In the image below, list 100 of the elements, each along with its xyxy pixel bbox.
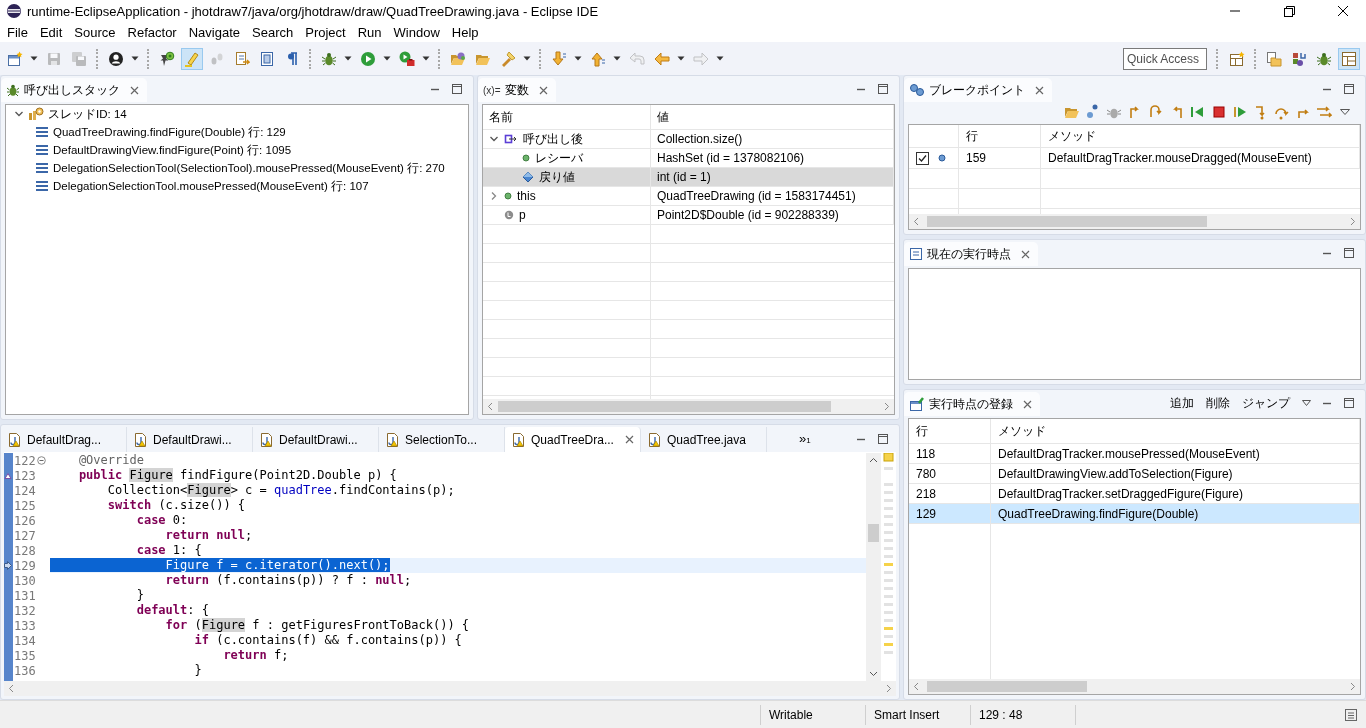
action-link[interactable]: 追加 — [1170, 394, 1194, 412]
perspective-button[interactable] — [1338, 47, 1360, 70]
scroll-thumb[interactable] — [927, 216, 1207, 227]
caret-icon[interactable] — [613, 56, 621, 61]
menu-item[interactable]: Refactor — [121, 24, 183, 40]
column-header[interactable]: 行 — [909, 419, 991, 443]
menu-item[interactable]: Help — [445, 24, 485, 40]
search-field[interactable]: Quick Access — [1123, 47, 1207, 70]
stack-frame-icon — [36, 126, 48, 138]
stack-frame[interactable]: DelegationSelectionTool.mousePressed(MouseEvent) 行: 107 — [53, 178, 369, 194]
caret-icon[interactable] — [523, 56, 531, 61]
selected-row[interactable]: 129 QuadTreeDrawing.findFigure(Double) — [909, 504, 1360, 524]
scroll-thumb[interactable] — [868, 524, 879, 542]
column-header[interactable]: 名前 — [483, 105, 651, 129]
bug-icon — [321, 50, 337, 67]
menu-item[interactable]: Run — [351, 24, 388, 40]
caret-icon[interactable] — [574, 56, 582, 61]
view-tab[interactable]: (x)= 変数 — [478, 78, 556, 102]
variable-name[interactable]: 呼び出し後 — [523, 130, 583, 148]
menu-item[interactable]: Window — [387, 24, 446, 40]
caret-icon[interactable] — [344, 56, 352, 61]
arrows-right-icon[interactable] — [1316, 104, 1332, 120]
maximize-icon[interactable] — [451, 83, 463, 95]
stack-frame[interactable]: DefaultDrawingView.findFigure(Point) 行: 1095 — [53, 142, 292, 158]
horizontal-scrollbar[interactable] — [483, 399, 894, 414]
menu-item[interactable]: Navigate — [182, 24, 246, 40]
variable-value: HashSet (id = 1378082106) — [651, 149, 894, 167]
vertical-scrollbar[interactable] — [866, 453, 881, 681]
scroll-thumb[interactable] — [927, 681, 1087, 692]
variable-name[interactable]: レシーバ — [535, 149, 583, 167]
scroll-thumb[interactable] — [498, 401, 831, 412]
caret-icon[interactable] — [422, 56, 430, 61]
chevron-down-icon[interactable] — [489, 134, 499, 144]
close-icon[interactable] — [538, 85, 548, 95]
horizontal-scrollbar[interactable] — [909, 679, 1360, 694]
line-number: 118 — [909, 444, 991, 463]
chevron-down-icon[interactable] — [14, 109, 24, 119]
caret-icon[interactable] — [30, 56, 38, 61]
close-icon[interactable] — [130, 85, 139, 95]
close-icon[interactable] — [1023, 399, 1032, 409]
caret-icon[interactable] — [716, 56, 724, 61]
code-line: } — [135, 588, 145, 603]
column-header[interactable]: 値 — [651, 105, 894, 129]
action-link[interactable]: 削除 — [1206, 394, 1230, 412]
resume-icon[interactable] — [1232, 104, 1248, 120]
step-back-icon[interactable] — [1190, 104, 1206, 120]
stack-frame[interactable]: DelegationSelectionTool(SelectionTool).mousePressed(MouseEvent) 行: 270 — [53, 160, 445, 176]
menu-item[interactable]: Edit — [33, 24, 69, 40]
menu-item[interactable]: File — [1, 24, 34, 40]
variable-name[interactable]: 戻り値 — [539, 168, 575, 186]
horizontal-scrollbar[interactable] — [4, 681, 896, 696]
maximize-icon[interactable] — [1343, 247, 1355, 259]
editor-tab[interactable]: QuadTreeDra... — [505, 427, 641, 452]
column-header[interactable]: メソッド — [991, 419, 1360, 443]
view-tab[interactable]: 呼び出しスタック — [1, 78, 147, 102]
stop-icon[interactable] — [1211, 104, 1227, 120]
column-header[interactable]: メソッド — [1041, 125, 1360, 147]
document-icon — [260, 431, 274, 448]
collapse-icon[interactable] — [36, 456, 46, 465]
close-icon[interactable] — [1021, 249, 1030, 259]
thread-icon — [28, 107, 44, 121]
code-line: case 0: — [135, 513, 189, 528]
column-header[interactable]: 行 — [959, 125, 1041, 147]
method-name[interactable]: DefaultDrawingView.addToSelection(Figure) — [991, 464, 1360, 483]
close-icon[interactable] — [624, 435, 634, 444]
close-icon[interactable] — [1035, 85, 1044, 95]
view-tab[interactable]: 現在の実行時点 — [904, 242, 1038, 266]
menu-item[interactable]: Project — [299, 24, 352, 40]
method-name[interactable]: DefaultDragTracker.setDraggedFigure(Figure) — [991, 484, 1360, 503]
caret-icon[interactable] — [131, 56, 139, 61]
view-tab[interactable]: 実行時点の登録 — [904, 392, 1040, 416]
maximize-icon[interactable] — [877, 83, 889, 95]
play-toolbox-icon — [399, 50, 415, 67]
caret-icon[interactable] — [677, 56, 685, 61]
arrow-right-icon — [693, 50, 709, 67]
menu-item[interactable]: Source — [68, 24, 122, 40]
maximize-icon[interactable] — [1343, 397, 1355, 409]
maximize-icon[interactable] — [1343, 83, 1355, 95]
method-name[interactable]: QuadTreeDrawing.findFigure(Double) — [991, 504, 1360, 523]
loop-arrow-icon[interactable] — [1148, 104, 1164, 120]
eclipse-logo-icon — [6, 3, 22, 19]
thread-label[interactable]: スレッドID: 14 — [48, 106, 127, 122]
maximize-icon[interactable] — [877, 432, 889, 445]
variable-name[interactable]: p — [519, 208, 526, 222]
breakpoints-icon — [909, 83, 925, 97]
menu-item[interactable]: Search — [246, 24, 300, 40]
code-line: public Figure findFigure(Point2D.Double p) { — [77, 468, 398, 483]
line-number: 127 — [13, 528, 36, 543]
view-menu-icon[interactable] — [1302, 400, 1311, 406]
horizontal-scrollbar[interactable] — [909, 214, 1360, 229]
document-folder-icon — [1266, 50, 1282, 67]
checkbox[interactable] — [916, 151, 929, 165]
caret-icon[interactable] — [383, 56, 391, 61]
chevron-right-icon[interactable] — [489, 191, 499, 201]
stack-frame[interactable]: QuadTreeDrawing.findFigure(Double) 行: 129 — [53, 124, 286, 140]
diamond-icon — [522, 171, 534, 183]
view-tab[interactable]: ブレークポイント — [904, 78, 1052, 102]
method-name[interactable]: DefaultDragTracker.mousePressed(MouseEvent) — [991, 444, 1360, 463]
action-link[interactable]: ジャンプ — [1242, 394, 1290, 412]
variable-name[interactable]: this — [517, 189, 536, 203]
